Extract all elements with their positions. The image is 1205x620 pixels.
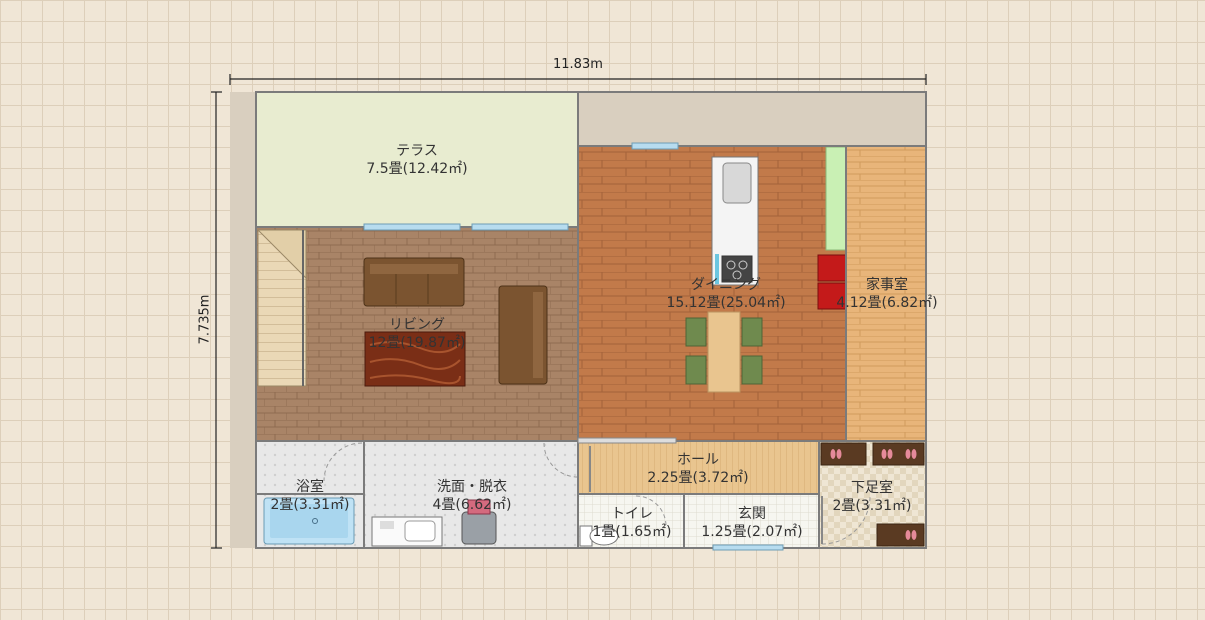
room-name: 浴室: [295, 479, 324, 495]
room-area: 15.12畳(25.04㎡): [666, 295, 786, 311]
room-name: 洗面・脱衣: [436, 479, 507, 495]
kitchen-counter: [711, 156, 759, 286]
room-area: 1畳(1.65㎡): [592, 524, 672, 540]
room-area: 12畳(19.87㎡): [368, 335, 466, 351]
room-label-dining: ダイニング 15.12畳(25.04㎡): [666, 276, 785, 312]
room-label-living: リビング 12畳(19.87㎡): [369, 316, 466, 352]
height-dimension: [211, 91, 222, 549]
room-name: ホール: [677, 452, 719, 468]
room-label-hall: ホール 2.25畳(3.72㎡): [647, 451, 748, 487]
sofa: [363, 257, 465, 307]
room-area: 2.25畳(3.72㎡): [647, 470, 749, 486]
room-name: テラス: [396, 143, 438, 159]
height-dimension-label: 7.735m: [197, 294, 213, 345]
width-dimension: [229, 74, 927, 85]
shoe-rack: [876, 523, 925, 547]
room-label-bath: 浴室 2畳(3.31㎡): [270, 478, 349, 514]
shelf: [825, 146, 847, 251]
room-label-entrance: 玄関 1.25畳(2.07㎡): [701, 505, 802, 541]
room-area: 7.5畳(12.42㎡): [366, 161, 468, 177]
exterior-shade: [578, 92, 926, 146]
room-label-terrace: テラス 7.5畳(12.42㎡): [366, 142, 467, 178]
vanity-sink: [371, 516, 443, 547]
sofa-side: [498, 285, 548, 385]
room-area: 4畳(6.62㎡): [432, 497, 512, 513]
room-label-washroom: 洗面・脱衣 4畳(6.62㎡): [432, 478, 511, 514]
room-name: トイレ: [610, 506, 653, 522]
room-name: 玄関: [738, 506, 766, 522]
room-label-shoe-room: 下足室 2畳(3.31㎡): [832, 479, 911, 515]
room-name: 下足室: [850, 480, 893, 496]
room-area: 2畳(3.31㎡): [832, 498, 912, 514]
room-name: ダイニング: [691, 277, 761, 293]
room-area: 4.12畳(6.82㎡): [836, 295, 938, 311]
room-name: リビング: [388, 317, 445, 333]
room-area: 2畳(3.31㎡): [270, 497, 350, 513]
width-dimension-label: 11.83m: [553, 57, 603, 72]
room-name: 家事室: [866, 277, 908, 293]
exterior-shade: [230, 92, 256, 548]
shoe-rack: [820, 442, 867, 466]
room-label-utility: 家事室 4.12畳(6.82㎡): [836, 276, 937, 312]
room-area: 1.25畳(2.07㎡): [701, 524, 803, 540]
floor-plan-canvas: 11.83m 7.735m テラス 7.5畳(12.42㎡) リビング 12畳(…: [0, 0, 1205, 616]
room-label-toilet: トイレ 1畳(1.65㎡): [592, 505, 671, 541]
